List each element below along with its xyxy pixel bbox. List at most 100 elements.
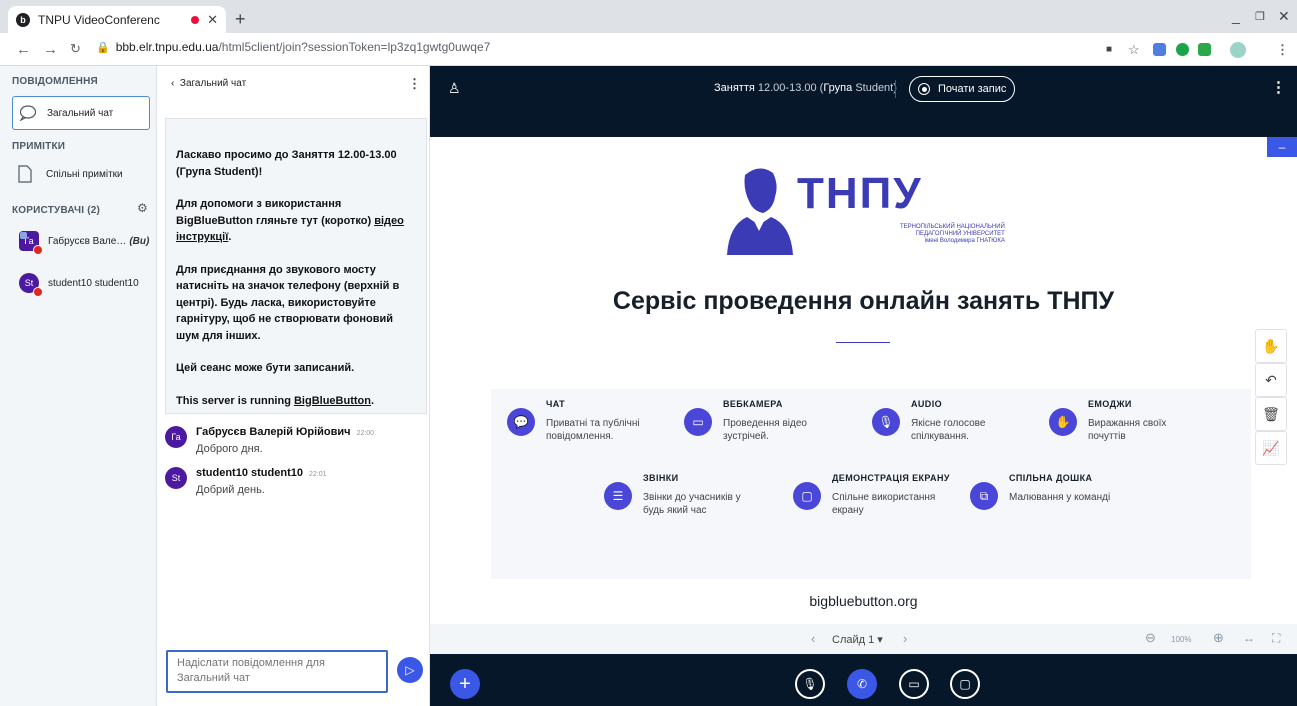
forward-icon[interactable]: →: [43, 41, 58, 58]
public-chat-item[interactable]: Загальний чат: [12, 96, 150, 130]
minimize-icon[interactable]: _: [1232, 8, 1240, 24]
message-author: Габрусєв Валерій Юрійович: [196, 426, 351, 438]
shared-notes-item[interactable]: Спільні примітки: [18, 165, 123, 183]
previous-slide-icon[interactable]: ‹: [811, 631, 815, 646]
zoom-out-icon[interactable]: ⊖: [1145, 630, 1156, 646]
muted-mic-icon: [33, 287, 43, 297]
tab-title: TNPU VideoConferenc: [38, 12, 160, 27]
fit-width-icon[interactable]: ↔: [1243, 631, 1255, 645]
chat-icon: 💬: [507, 408, 535, 436]
browser-tab-strip: b TNPU VideoConferenc ✕ + _ ❐ ✕: [0, 0, 1297, 33]
screen-share-icon: ▢: [959, 677, 971, 691]
fullscreen-icon[interactable]: ⛶: [1272, 631, 1280, 646]
actions-bar: + 🎙 ✆ ▭ ▢: [430, 654, 1297, 706]
screen-icon: ▢: [793, 482, 821, 510]
chart-icon: 📈: [1262, 439, 1280, 456]
share-screen-button[interactable]: ▢: [950, 669, 980, 699]
clear-button[interactable]: 🗑: [1255, 397, 1287, 431]
you-label: (Ви): [129, 235, 150, 247]
welcome-server: This server is running BigBlueButton.: [176, 394, 375, 407]
multi-user-button[interactable]: 📈: [1255, 431, 1287, 465]
url-host: bbb.elr.tnpu.edu.ua: [115, 40, 219, 54]
green-extension-icon[interactable]: [1176, 43, 1189, 56]
actions-plus-button[interactable]: +: [450, 669, 480, 699]
avatar: Га: [165, 426, 187, 448]
feature-item: ⧉ СПІЛЬНА ДОШКА Малювання у команді: [970, 473, 1119, 510]
close-tab-icon[interactable]: ✕: [207, 12, 218, 28]
translate-extension-icon[interactable]: [1153, 43, 1166, 56]
trash-icon: 🗑: [1262, 405, 1280, 422]
phone-icon: ✆: [856, 677, 868, 691]
poll-icon: ☰: [604, 482, 632, 510]
chat-message: Га Габрусєв Валерій Юрійович 22:00 Доброг…: [165, 422, 374, 455]
meet-extension-icon[interactable]: [1198, 43, 1211, 56]
chat-message-input[interactable]: [166, 650, 388, 693]
slide-headline: Сервіс проведення онлайн занять ТНПУ: [612, 287, 1115, 315]
zoom-in-icon[interactable]: ⊕: [1213, 630, 1224, 646]
presentation-toolbar: ‹ Слайд 1 ▾ › ⊖ 100% ⊕ ↔ ⛶: [430, 624, 1297, 654]
back-icon[interactable]: ←: [16, 41, 31, 58]
slide-selector[interactable]: Слайд 1 ▾: [832, 633, 883, 646]
chevron-left-icon: ‹: [171, 78, 175, 89]
browser-menu-icon[interactable]: ⋮: [1276, 42, 1289, 58]
chat-back-button[interactable]: ‹ Загальний чат: [171, 78, 246, 89]
tnpu-logo-subtitle: ТЕРНОПІЛЬСЬКИЙ НАЦІОНАЛЬНИЙ ПЕДАГОГІЧНИЙ…: [900, 224, 1005, 244]
feature-item: 💬 ЧАТ Приватні та публічні повідомлення.: [507, 399, 656, 443]
meeting-title: Заняття 12.00-13.00 (Група Student): [714, 82, 897, 94]
user-item[interactable]: St student10 student10: [19, 273, 139, 297]
chat-options-icon[interactable]: ⋮: [408, 76, 421, 92]
send-icon: ▷: [405, 663, 415, 677]
share-webcam-button[interactable]: ▭: [899, 669, 929, 699]
presentation-slide[interactable]: ТНПУ ТЕРНОПІЛЬСЬКИЙ НАЦІОНАЛЬНИЙ ПЕДАГОГ…: [430, 137, 1297, 624]
hand-icon: ✋: [1049, 408, 1077, 436]
user-item[interactable]: Га Габрусєв Вале… (Ви): [19, 231, 150, 255]
leave-audio-button[interactable]: ✆: [847, 669, 877, 699]
header-divider: [895, 80, 896, 98]
website-text: bigbluebutton.org: [809, 593, 918, 609]
feature-item: ✋ ЕМОДЖИ Виражання своїх почуттів: [1049, 399, 1198, 443]
record-icon: [918, 83, 930, 95]
reload-icon[interactable]: ↻: [70, 41, 81, 57]
camera-permission-icon[interactable]: ■: [1106, 44, 1112, 55]
users-section-title: КОРИСТУВАЧІ (2): [12, 205, 101, 216]
gear-icon[interactable]: ⚙: [137, 201, 148, 215]
minimize-presentation-button[interactable]: –: [1267, 137, 1297, 157]
message-time: 22:00: [356, 430, 375, 437]
avatar: St: [19, 273, 43, 297]
user-list-toggle-icon[interactable]: ♙: [448, 80, 461, 97]
avatar: Га: [19, 231, 43, 255]
undo-button[interactable]: ↶: [1255, 363, 1287, 397]
feature-item: ▢ ДЕМОНСТРАЦІЯ ЕКРАНУ Спільне використанн…: [793, 473, 950, 517]
mute-mic-button[interactable]: 🎙: [795, 669, 825, 699]
new-tab-icon[interactable]: +: [235, 9, 246, 30]
camera-off-icon: ▭: [908, 677, 920, 691]
hand-tool-button[interactable]: ✋: [1255, 329, 1287, 363]
browser-tab[interactable]: b TNPU VideoConferenc ✕: [8, 6, 226, 33]
headline-divider: [836, 342, 890, 343]
user-list-panel: ПОВІДОМЛЕННЯ Загальний чат ПРИМІТКИ Спіл…: [0, 66, 157, 706]
send-message-button[interactable]: ▷: [397, 657, 423, 683]
profile-avatar[interactable]: [1230, 42, 1246, 58]
main-options-icon[interactable]: ⋮: [1271, 78, 1286, 96]
welcome-help: Для допомоги з використання BigBlueButto…: [176, 198, 404, 243]
next-slide-icon[interactable]: ›: [903, 631, 907, 646]
message-author: student10 student10: [196, 467, 303, 479]
tnpu-logo-text: ТНПУ: [797, 169, 923, 218]
undo-icon: ↶: [1265, 371, 1277, 388]
restore-icon[interactable]: ❐: [1255, 10, 1265, 23]
main-area: ♙ Заняття 12.00-13.00 (Група Student) По…: [430, 66, 1297, 706]
notes-section-title: ПРИМІТКИ: [12, 141, 66, 152]
chat-icon: [19, 105, 37, 121]
recording-indicator-icon: [191, 15, 200, 24]
url-field[interactable]: 🔒 bbb.elr.tnpu.edu.ua/html5client/join?s…: [96, 40, 490, 54]
start-recording-button[interactable]: Почати запис: [909, 76, 1015, 102]
bookmark-star-icon[interactable]: ☆: [1128, 42, 1140, 58]
close-window-icon[interactable]: ✕: [1278, 8, 1290, 25]
camera-icon: ▭: [684, 408, 712, 436]
favicon-icon: b: [16, 12, 30, 27]
welcome-line: Ласкаво просимо до Заняття 12.00-13.00 (…: [176, 149, 397, 178]
feature-item: ▭ ВЕБКАМЕРА Проведення відео зустрічей.: [684, 399, 833, 443]
zoom-level: 100%: [1171, 635, 1192, 644]
whiteboard-icon: ⧉: [970, 482, 998, 510]
bigbluebutton-link[interactable]: BigBlueButton: [294, 395, 371, 407]
